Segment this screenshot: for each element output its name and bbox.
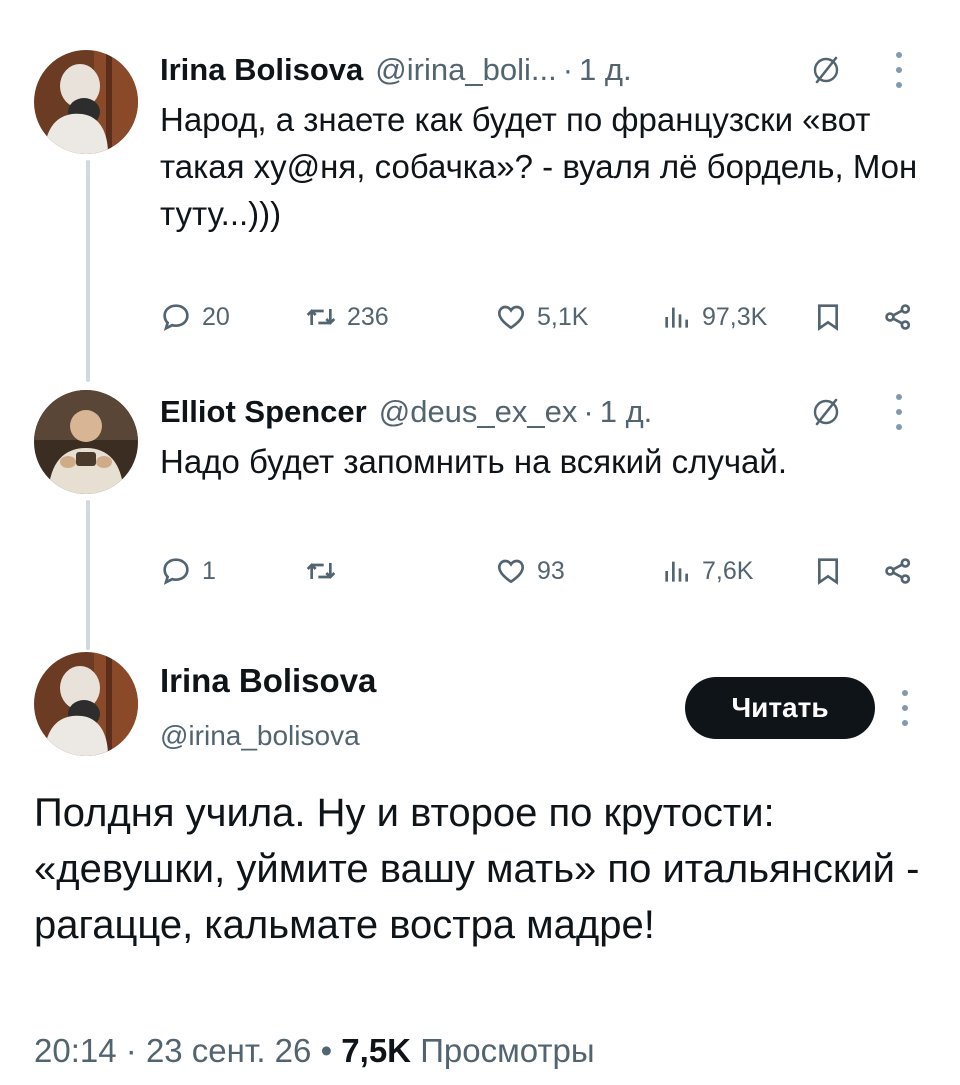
reply-tweet[interactable]: Irina Bolisova @irina_boli... · 1 д. Нар… (160, 50, 930, 331)
grok-icon[interactable] (810, 54, 842, 86)
retweet-icon (306, 563, 336, 579)
thread-line (86, 160, 90, 382)
tweet-date[interactable]: 23 сент. 26 (146, 1032, 311, 1069)
share-icon (885, 304, 911, 330)
views-button[interactable]: 97,3K (660, 297, 767, 337)
reply-icon (163, 558, 189, 585)
separator: · (125, 1032, 137, 1069)
more-icon[interactable] (894, 52, 904, 88)
bookmark-icon (818, 304, 838, 331)
reply-count: 20 (202, 302, 230, 331)
views-count: 7,6K (702, 556, 754, 585)
timestamp[interactable]: 1 д. (579, 50, 632, 90)
tweet-time[interactable]: 20:14 (34, 1032, 117, 1069)
share-button[interactable] (882, 297, 914, 337)
author-name[interactable]: Irina Bolisova (160, 660, 376, 702)
reply-button[interactable]: 20 (160, 297, 230, 337)
author-handle[interactable]: @irina_boli... (375, 50, 556, 90)
share-button[interactable] (882, 551, 914, 591)
views-icon (665, 307, 688, 328)
reply-button[interactable]: 1 (160, 551, 216, 591)
timestamp[interactable]: 1 д. (600, 392, 653, 432)
avatar[interactable] (34, 50, 138, 154)
tweet-text: Народ, а знаете как будет по французски … (160, 101, 918, 232)
like-icon (497, 559, 525, 584)
author-name[interactable]: Elliot Spencer (160, 392, 367, 432)
avatar[interactable] (34, 652, 138, 756)
tweet-actions: 20 236 5,1K 97,3K (160, 297, 930, 337)
follow-button[interactable]: Читать (685, 677, 875, 739)
reply-count: 1 (202, 556, 216, 585)
views-count[interactable]: 7,5K (341, 1032, 411, 1069)
separator: • (320, 1032, 333, 1069)
views-button[interactable]: 7,6K (660, 551, 753, 591)
tweet-text: Полдня учила. Ну и второе по крутости: «… (34, 791, 920, 947)
retweet-count: 236 (347, 302, 389, 331)
thread-line (86, 500, 90, 650)
avatar[interactable] (34, 390, 138, 494)
bookmark-button[interactable] (812, 551, 844, 591)
views-count: 97,3K (702, 302, 768, 331)
views-icon (665, 561, 688, 582)
author-handle[interactable]: @irina_bolisova (160, 716, 360, 756)
like-icon (497, 305, 525, 330)
separator: · (562, 52, 574, 87)
more-icon[interactable] (900, 690, 910, 726)
like-button[interactable]: 93 (495, 551, 565, 591)
reply-tweet[interactable]: Elliot Spencer @deus_ex_ex · 1 д. Надо б… (160, 392, 930, 585)
bookmark-button[interactable] (812, 297, 844, 337)
author-name[interactable]: Irina Bolisova (160, 50, 363, 90)
grok-icon[interactable] (810, 396, 842, 428)
author-handle[interactable]: @deus_ex_ex (379, 392, 578, 432)
like-count: 93 (537, 556, 565, 585)
reply-icon (163, 304, 189, 331)
like-count: 5,1K (537, 302, 589, 331)
retweet-button[interactable] (305, 551, 347, 591)
retweet-button[interactable]: 236 (305, 297, 389, 337)
tweet-meta: 20:14 · 23 сент. 26 • 7,5K Просмотры (34, 1027, 595, 1075)
tweet-text: Надо будет запомнить на всякий случай. (160, 443, 788, 480)
retweet-icon (306, 309, 336, 325)
tweet-actions: 1 93 7,6K (160, 551, 930, 591)
more-icon[interactable] (894, 394, 904, 430)
share-icon (885, 558, 911, 584)
views-label[interactable]: Просмотры (420, 1032, 594, 1069)
separator: · (583, 394, 594, 429)
like-button[interactable]: 5,1K (495, 297, 588, 337)
bookmark-icon (818, 558, 838, 585)
